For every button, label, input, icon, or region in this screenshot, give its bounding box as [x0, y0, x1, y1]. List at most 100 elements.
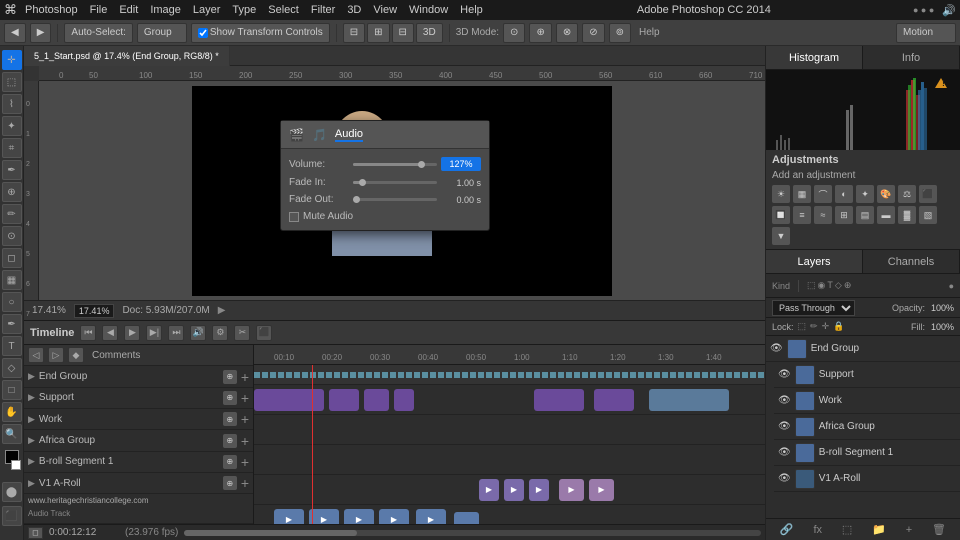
filter-type[interactable]: T — [827, 280, 833, 291]
track-add-end-group[interactable]: + — [241, 369, 249, 385]
eye-icon-v1aroll[interactable]: 👁 — [778, 473, 791, 484]
timeline-scrollbar[interactable] — [184, 530, 761, 536]
fx-btn[interactable]: fx — [813, 524, 822, 536]
track-add-support[interactable]: + — [241, 390, 249, 406]
tab-histogram[interactable]: Histogram — [766, 46, 863, 69]
volume-slider[interactable] — [353, 163, 437, 166]
tab-channels[interactable]: Channels — [863, 250, 960, 273]
tl-foot-icon[interactable]: ◻ — [28, 527, 43, 539]
filter-pixel[interactable]: ⬚ — [807, 280, 816, 291]
zoom-tool[interactable]: 🔍 — [2, 424, 22, 444]
menu-file[interactable]: File — [90, 4, 108, 16]
blend-mode-dropdown[interactable]: Pass Through Normal Multiply Screen — [772, 300, 855, 316]
add-mask-btn[interactable]: ⬚ — [842, 523, 852, 536]
menu-window[interactable]: Window — [409, 4, 448, 16]
apple-menu[interactable]: ⌘ — [4, 2, 17, 18]
motion-dropdown[interactable]: Motion — [896, 23, 956, 43]
lock-transparent[interactable]: ⬚ — [798, 321, 807, 332]
pen-tool[interactable]: ✒ — [2, 314, 22, 334]
text-tool[interactable]: T — [2, 336, 22, 356]
file-tab[interactable]: 5_1_Start.psd @ 17.4% (End Group, RG8/8)… — [24, 46, 230, 66]
expand-africa[interactable]: ▶ — [28, 435, 35, 446]
layer-work[interactable]: 👁 Work — [774, 388, 960, 414]
adj-blackwhite[interactable]: ⬛ — [919, 185, 937, 203]
track-icon-support[interactable]: ⊕ — [223, 391, 237, 405]
layer-v1aroll[interactable]: 👁 V1 A-Roll — [774, 466, 960, 492]
3d-icon[interactable]: 3D — [416, 23, 443, 43]
clip-endgroup-4[interactable] — [394, 389, 414, 411]
tl-back-icon[interactable]: ◁ — [28, 347, 44, 363]
clip-broll-6[interactable] — [454, 512, 479, 525]
magic-wand-tool[interactable]: ✦ — [2, 116, 22, 136]
dodge-tool[interactable]: ○ — [2, 292, 22, 312]
volume-slider-thumb[interactable] — [418, 161, 425, 168]
clip-endgroup-5[interactable] — [534, 389, 584, 411]
3d-mode-btn4[interactable]: ⊘ — [582, 23, 604, 43]
track-add-africa[interactable]: + — [241, 433, 249, 449]
menu-photoshop[interactable]: Photoshop — [25, 4, 78, 16]
align-right-icon[interactable]: ⊟ — [392, 23, 414, 43]
clip-africa-4[interactable]: ▶ — [559, 479, 584, 501]
adj-colorbalance[interactable]: ⚖ — [898, 185, 916, 203]
quick-mask[interactable]: ⬤ — [2, 482, 22, 502]
track-add-work[interactable]: + — [241, 411, 249, 427]
fade-out-thumb[interactable] — [353, 196, 360, 203]
clip-broll-1[interactable]: ▶ — [274, 509, 304, 525]
adj-vibrance[interactable]: ✦ — [856, 185, 874, 203]
expand-work[interactable]: ▶ — [28, 414, 35, 425]
tab-layers[interactable]: Layers — [766, 250, 863, 273]
lock-move[interactable]: ✛ — [822, 321, 830, 332]
clip-broll-2[interactable]: ▶ — [309, 509, 339, 525]
fade-in-thumb[interactable] — [359, 179, 366, 186]
brush-tool[interactable]: ✏ — [2, 204, 22, 224]
menu-filter[interactable]: Filter — [311, 4, 335, 16]
adj-down-arrow[interactable]: ▼ — [772, 227, 790, 245]
track-icon-africa[interactable]: ⊕ — [223, 434, 237, 448]
clip-endgroup-6[interactable] — [594, 389, 634, 411]
adj-threshold[interactable]: ▬ — [877, 206, 895, 224]
tab-info[interactable]: Info — [863, 46, 960, 69]
filter-shape[interactable]: ◇ — [835, 280, 842, 291]
adj-selectivecolor[interactable]: ▧ — [919, 206, 937, 224]
show-transform-checkbox[interactable]: Show Transform Controls — [191, 23, 330, 43]
lasso-tool[interactable]: ⌇ — [2, 94, 22, 114]
audio-video-icon[interactable]: 🎬 — [289, 128, 304, 142]
track-icon-broll[interactable]: ⊕ — [223, 455, 237, 469]
expand-v1aroll[interactable]: ▶ — [28, 478, 35, 489]
clip-endgroup-3[interactable] — [364, 389, 389, 411]
fade-out-slider[interactable] — [353, 198, 437, 201]
filter-smart[interactable]: ⊕ — [844, 280, 852, 291]
eye-icon-end-group[interactable]: 👁 — [770, 343, 783, 354]
align-center-icon[interactable]: ⊞ — [367, 23, 389, 43]
adj-curves[interactable]: ⌒ — [814, 185, 832, 203]
tl-keyframe-icon[interactable]: ◆ — [68, 347, 84, 363]
link-layers-btn[interactable]: 🔗 — [780, 523, 794, 536]
menu-3d[interactable]: 3D — [347, 4, 361, 16]
tl-goto-start[interactable]: ⏮ — [80, 325, 96, 341]
menu-view[interactable]: View — [373, 4, 397, 16]
eraser-tool[interactable]: ◻ — [2, 248, 22, 268]
filter-adjust[interactable]: ◉ — [818, 280, 826, 291]
tl-goto-end[interactable]: ⏭ — [168, 325, 184, 341]
crop-tool[interactable]: ⌗ — [2, 138, 22, 158]
new-group-btn[interactable]: 📁 — [872, 523, 886, 536]
clip-endgroup-7[interactable] — [649, 389, 729, 411]
clip-africa-1[interactable]: ▶ — [479, 479, 499, 501]
3d-mode-btn3[interactable]: ⊗ — [556, 23, 578, 43]
lock-paint[interactable]: ✏ — [810, 321, 818, 332]
layer-africa[interactable]: 👁 Africa Group — [774, 414, 960, 440]
shape-tool[interactable]: □ — [2, 380, 22, 400]
filter-toggle[interactable]: ● — [949, 281, 954, 291]
volume-icon[interactable]: 🔊 — [942, 4, 956, 17]
track-icon-v1aroll[interactable]: ⊕ — [223, 476, 237, 490]
clone-tool[interactable]: ⊙ — [2, 226, 22, 246]
tl-prev-frame[interactable]: ◀ — [102, 325, 118, 341]
adj-gradient[interactable]: ▓ — [898, 206, 916, 224]
adj-brightness[interactable]: ☀ — [772, 185, 790, 203]
adj-hue[interactable]: 🎨 — [877, 185, 895, 203]
gradient-tool[interactable]: ▦ — [2, 270, 22, 290]
tl-next-frame[interactable]: ▶| — [146, 325, 162, 341]
clip-africa-5[interactable]: ▶ — [589, 479, 614, 501]
clip-africa-2[interactable]: ▶ — [504, 479, 524, 501]
marquee-tool[interactable]: ⬚ — [2, 72, 22, 92]
